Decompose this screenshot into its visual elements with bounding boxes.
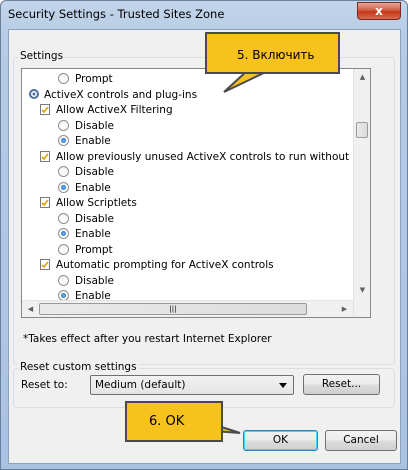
radio-checked-icon[interactable] <box>58 181 69 193</box>
setting-doc-icon <box>40 259 50 270</box>
radio-option[interactable]: Disable <box>58 273 114 289</box>
settings-gear-icon <box>28 88 40 100</box>
callout-step6-text: 6. OK <box>149 414 185 429</box>
vertical-scrollbar[interactable]: ▲ ▼ <box>353 69 370 317</box>
setting-label: Prompt <box>75 243 113 256</box>
setting-label: Allow previously unused ActiveX controls… <box>56 150 371 163</box>
cancel-button[interactable]: Cancel <box>325 430 397 451</box>
setting-label: Disable <box>75 274 114 287</box>
setting-doc-icon <box>40 197 50 208</box>
cancel-button-label: Cancel <box>343 434 379 446</box>
setting-label: Disable <box>75 212 114 225</box>
reset-group-label: Reset custom settings <box>18 361 139 373</box>
reset-to-value: Medium (default) <box>95 379 186 391</box>
setting-label: Allow ActiveX Filtering <box>56 104 173 116</box>
setting-doc-icon <box>40 150 50 162</box>
radio-checked-icon[interactable] <box>58 135 69 146</box>
radio-unchecked-icon[interactable] <box>58 119 69 131</box>
radio-option[interactable]: Disable <box>58 164 114 180</box>
setting-label: Automatic prompting for ActiveX controls <box>56 259 274 271</box>
dialog-window: Security Settings - Trusted Sites Zone x… <box>0 0 408 470</box>
settings-section: ActiveX controls and plug-ins <box>28 87 197 103</box>
radio-option[interactable]: Disable <box>58 118 114 134</box>
settings-list[interactable]: Prompt ActiveX controls and plug-ins Allow… <box>21 68 371 318</box>
setting-label: Allow Scriptlets <box>56 197 137 209</box>
setting-doc-icon <box>40 104 50 115</box>
hscroll-thumb[interactable]: ||| <box>39 303 307 315</box>
callout-step5-text: 5. Включить <box>237 48 315 62</box>
radio-option[interactable]: Enable <box>58 180 111 196</box>
setting-item: Allow Scriptlets <box>40 195 137 211</box>
reset-to-label: Reset to: <box>21 379 68 391</box>
setting-label: Disable <box>75 119 114 132</box>
ok-button-label: OK <box>272 434 289 446</box>
setting-label: Enable <box>75 228 111 240</box>
setting-label: ActiveX controls and plug-ins <box>44 88 198 101</box>
close-button[interactable]: x <box>357 2 401 20</box>
radio-option[interactable]: Prompt <box>58 71 113 87</box>
scroll-up-button[interactable]: ▲ <box>354 69 370 86</box>
chevron-down-icon <box>279 383 287 388</box>
ok-button[interactable]: OK <box>243 430 318 451</box>
radio-option[interactable]: Disable <box>58 211 114 227</box>
radio-unchecked-icon[interactable] <box>58 274 69 286</box>
setting-item: Allow previously unused ActiveX controls… <box>40 149 371 165</box>
radio-checked-icon[interactable] <box>58 228 69 239</box>
reset-button-label: Reset... <box>321 378 362 390</box>
restart-note: *Takes effect after you restart Internet… <box>23 333 272 345</box>
callout-step6: 6. OK <box>125 401 223 442</box>
setting-label: Enable <box>75 135 111 147</box>
radio-option[interactable]: Enable <box>58 133 111 149</box>
settings-group-label: Settings <box>18 50 66 62</box>
radio-unchecked-icon[interactable] <box>58 166 69 177</box>
radio-option[interactable]: Prompt <box>58 242 113 258</box>
scroll-down-button[interactable]: ▼ <box>354 282 370 299</box>
reset-to-dropdown[interactable]: Medium (default) <box>90 375 294 395</box>
title-bar[interactable]: Security Settings - Trusted Sites Zone <box>1 1 407 27</box>
radio-unchecked-icon[interactable] <box>58 73 69 84</box>
close-icon: x <box>375 4 383 18</box>
radio-unchecked-icon[interactable] <box>58 212 69 224</box>
scroll-thumb[interactable] <box>356 122 368 138</box>
dialog-client: Settings Prompt ActiveX controls and plug… <box>8 29 401 464</box>
setting-label: Enable <box>75 181 111 194</box>
setting-label: Disable <box>75 166 114 178</box>
radio-unchecked-icon[interactable] <box>58 243 69 255</box>
radio-option[interactable]: Enable <box>58 226 111 242</box>
setting-item: Automatic prompting for ActiveX controls <box>40 257 274 273</box>
window-title: Security Settings - Trusted Sites Zone <box>8 7 225 21</box>
scroll-left-button[interactable]: ◀ <box>22 301 39 317</box>
setting-label: Prompt <box>75 73 113 85</box>
scroll-right-button[interactable]: ▶ <box>336 301 353 317</box>
horizontal-scrollbar[interactable]: ◀ ||| ▶ <box>22 300 353 317</box>
callout-step5: 5. Включить <box>205 32 340 74</box>
reset-button[interactable]: Reset... <box>303 374 380 395</box>
setting-item: Allow ActiveX Filtering <box>40 102 173 118</box>
